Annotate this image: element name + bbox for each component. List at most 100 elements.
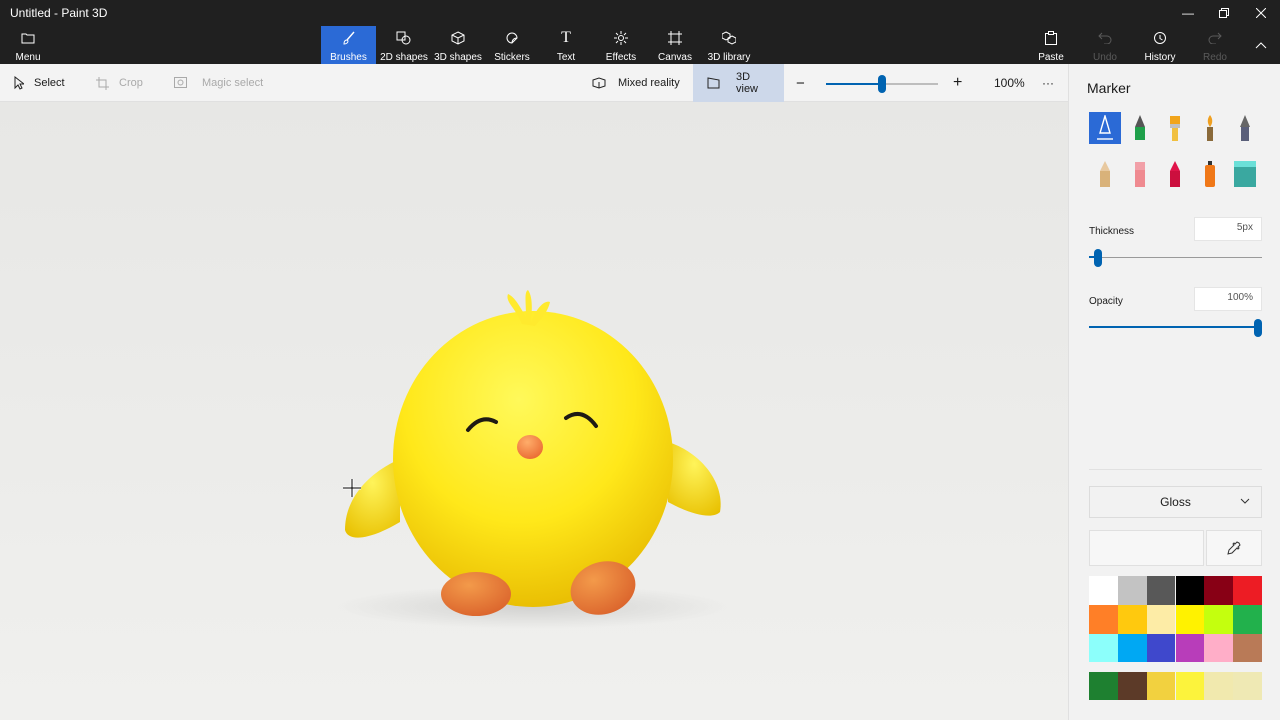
pencil-brush[interactable] [1089,158,1121,190]
zoom-slider[interactable] [826,75,938,93]
pencil-icon [1100,161,1110,187]
zoom-slider-thumb[interactable] [878,75,886,93]
color-swatch[interactable] [1204,633,1234,663]
watercolor-brush[interactable] [1194,112,1226,144]
paste-button[interactable]: Paste [1034,26,1068,64]
magic-select-icon [174,77,187,88]
panel-divider [1089,469,1262,470]
thickness-input[interactable]: 5px [1194,217,1262,241]
3d-view-icon [707,77,720,89]
calligraphy-pen-brush[interactable] [1124,112,1156,144]
mixed-reality-icon [592,77,606,89]
color-swatch[interactable] [1089,576,1118,605]
history-button[interactable]: History [1140,26,1180,64]
color-swatch[interactable] [1233,604,1262,634]
mixed-reality-button[interactable]: Mixed reality [592,64,680,102]
finish-value: Gloss [1160,495,1191,509]
color-swatch[interactable] [1233,633,1262,663]
tab-3d-library[interactable]: 3D library [704,26,754,64]
chevron-up-icon [1255,42,1267,49]
color-swatch[interactable] [1233,576,1262,605]
stickers-icon [506,32,518,44]
color-swatch[interactable] [1204,576,1234,605]
pixel-pen-brush[interactable] [1229,112,1261,144]
eyedropper-icon [1227,541,1241,555]
chick-3d-model[interactable] [0,102,1068,720]
eyedropper-button[interactable] [1206,530,1262,566]
tab-3d-shapes[interactable]: 3D shapes [432,26,484,64]
opacity-input[interactable]: 100% [1194,287,1262,311]
color-swatch[interactable] [1175,604,1205,634]
custom-color-swatch[interactable] [1204,671,1234,701]
redo-button[interactable]: Redo [1198,26,1232,64]
magic-select-button[interactable]: Magic select [174,64,263,102]
tab-brushes[interactable]: Brushes [321,26,376,64]
color-swatch[interactable] [1146,604,1176,634]
close-button[interactable] [1243,0,1279,26]
title-bar: Untitled - Paint 3D — [0,0,1280,26]
oil-brush-icon [1170,116,1180,141]
custom-color-swatch[interactable] [1117,671,1147,701]
color-swatch[interactable] [1146,633,1176,663]
tab-stickers[interactable]: Stickers [488,26,536,64]
zoom-out-button[interactable]: − [796,64,805,102]
spray-can-brush[interactable] [1194,158,1226,190]
watercolor-icon [1207,115,1213,141]
color-swatch[interactable] [1117,604,1147,634]
fill-bucket-icon [1234,161,1256,187]
current-color-swatch[interactable] [1089,530,1204,566]
pixel-pen-icon [1240,115,1250,141]
color-swatch[interactable] [1146,576,1176,605]
color-swatch[interactable] [1175,576,1205,605]
color-swatch[interactable] [1175,633,1205,663]
custom-color-swatch[interactable] [1233,671,1262,701]
color-swatch[interactable] [1089,604,1118,634]
zoom-in-button[interactable]: + [953,64,962,102]
tab-canvas[interactable]: Canvas [654,26,696,64]
tab-2d-shapes[interactable]: 2D shapes [378,26,430,64]
select-button[interactable]: Select [14,64,65,102]
2d-shapes-icon [396,31,411,45]
color-swatch[interactable] [1117,576,1147,605]
spray-can-icon [1205,161,1215,187]
effects-icon [614,31,628,45]
marker-brush[interactable] [1089,112,1121,144]
crop-button[interactable]: Crop [96,64,143,102]
thickness-label: Thickness [1089,226,1135,237]
toolbar: Select Crop Magic select Mixed reality 3… [0,64,1068,102]
opacity-slider[interactable] [1089,319,1262,337]
color-swatch[interactable] [1204,604,1234,634]
color-swatch[interactable] [1117,633,1147,663]
undo-button[interactable]: Undo [1088,26,1122,64]
custom-color-swatch[interactable] [1175,671,1205,701]
crayon-icon [1170,161,1180,187]
eraser-icon [1135,162,1145,187]
close-icon [1256,8,1266,18]
restore-button[interactable] [1206,0,1242,26]
more-options-button[interactable]: ··· [1042,64,1054,102]
plus-icon: + [953,74,963,91]
finish-dropdown[interactable]: Gloss [1089,486,1262,518]
custom-color-swatch[interactable] [1146,671,1176,701]
custom-color-swatch[interactable] [1089,671,1118,701]
tab-text[interactable]: T Text [548,26,584,64]
canvas-icon [668,31,682,45]
crayon-brush[interactable] [1159,158,1191,190]
opacity-slider-thumb[interactable] [1254,319,1262,337]
tab-effects[interactable]: Effects [600,26,642,64]
canvas[interactable] [0,102,1068,720]
thickness-slider[interactable] [1089,249,1262,267]
window-title: Untitled - Paint 3D [10,6,108,20]
zoom-level: 100% [994,76,1025,90]
brush-icon [342,31,355,45]
collapse-ribbon-button[interactable] [1248,26,1274,64]
folder-icon [21,33,35,44]
fill-bucket-brush[interactable] [1229,158,1261,190]
color-swatch[interactable] [1089,633,1118,663]
minimize-button[interactable]: — [1170,0,1206,26]
3d-view-button[interactable]: 3D view [693,64,784,102]
eraser-brush[interactable] [1124,158,1156,190]
thickness-slider-thumb[interactable] [1094,249,1102,267]
menu-button[interactable]: Menu [8,26,48,64]
oil-brush[interactable] [1159,112,1191,144]
